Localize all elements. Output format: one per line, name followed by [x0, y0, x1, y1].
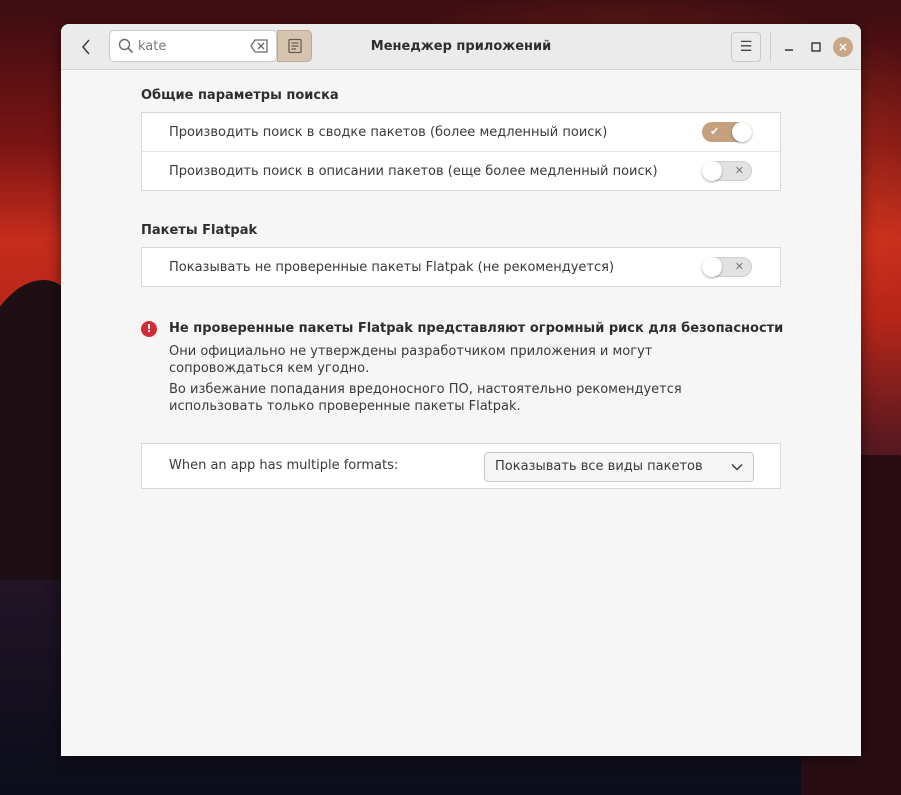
warning-text-1: Они официально не утверждены разработчик… — [169, 344, 653, 376]
header-separator — [770, 32, 771, 62]
unverified-flatpak-row: Показывать не проверенные пакеты Flatpak… — [142, 248, 780, 286]
chevron-left-icon — [82, 39, 90, 55]
formats-selected-value: Показывать все виды пакетов — [495, 459, 703, 474]
formats-label: When an app has multiple formats: — [169, 458, 399, 473]
main-menu-button[interactable]: ☰ — [731, 32, 761, 62]
minimize-button[interactable] — [778, 36, 800, 58]
maximize-icon — [811, 42, 821, 52]
close-button[interactable]: × — [833, 37, 853, 57]
unverified-flatpak-label: Показывать не проверенные пакеты Flatpak… — [169, 259, 615, 275]
cross-icon: ✕ — [734, 164, 744, 177]
warning-text-2: Во избежание попадания вредоносного ПО, … — [169, 382, 682, 414]
search-input[interactable] — [138, 35, 246, 57]
search-in-descriptions-button[interactable] — [277, 30, 312, 62]
checkmark-icon: ✔ — [710, 125, 720, 138]
unverified-flatpak-toggle[interactable]: ✕ — [702, 257, 752, 277]
search-description-row: Производить поиск в описании пакетов (ещ… — [142, 152, 780, 190]
maximize-button[interactable] — [805, 36, 827, 58]
document-search-icon — [287, 38, 302, 54]
header-bar: Менеджер приложений ☰ × — [61, 24, 861, 70]
search-description-toggle[interactable]: ✕ — [702, 161, 752, 181]
toggle-knob — [732, 122, 752, 142]
formats-dropdown[interactable]: Показывать все виды пакетов — [484, 452, 754, 482]
minimize-icon — [785, 49, 793, 51]
search-icon — [118, 38, 134, 54]
toggle-knob — [702, 257, 722, 277]
warning-title: Не проверенные пакеты Flatpak представля… — [169, 321, 784, 336]
search-summary-label: Производить поиск в сводке пакетов (боле… — [169, 124, 608, 140]
formats-card: When an app has multiple formats: Показы… — [141, 443, 781, 489]
general-search-card: Производить поиск в сводке пакетов (боле… — [141, 112, 781, 191]
flatpak-title: Пакеты Flatpak — [141, 223, 258, 238]
clear-search-icon[interactable] — [250, 39, 268, 53]
search-summary-toggle[interactable]: ✔ — [702, 122, 752, 142]
close-icon: × — [837, 40, 849, 54]
toggle-knob — [702, 161, 722, 181]
cross-icon: ✕ — [734, 260, 744, 273]
warning-icon: ! — [141, 321, 157, 337]
search-box[interactable] — [109, 30, 277, 62]
window-title: Менеджер приложений — [370, 39, 552, 54]
general-search-title: Общие параметры поиска — [141, 88, 339, 103]
search-summary-row: Производить поиск в сводке пакетов (боле… — [142, 113, 780, 152]
hamburger-icon: ☰ — [739, 39, 753, 55]
chevron-down-icon — [731, 463, 743, 471]
flatpak-card: Показывать не проверенные пакеты Flatpak… — [141, 247, 781, 287]
search-description-label: Производить поиск в описании пакетов (ещ… — [169, 163, 658, 179]
app-window: Менеджер приложений ☰ × Общие параметры … — [61, 24, 861, 756]
back-button[interactable] — [71, 32, 101, 62]
